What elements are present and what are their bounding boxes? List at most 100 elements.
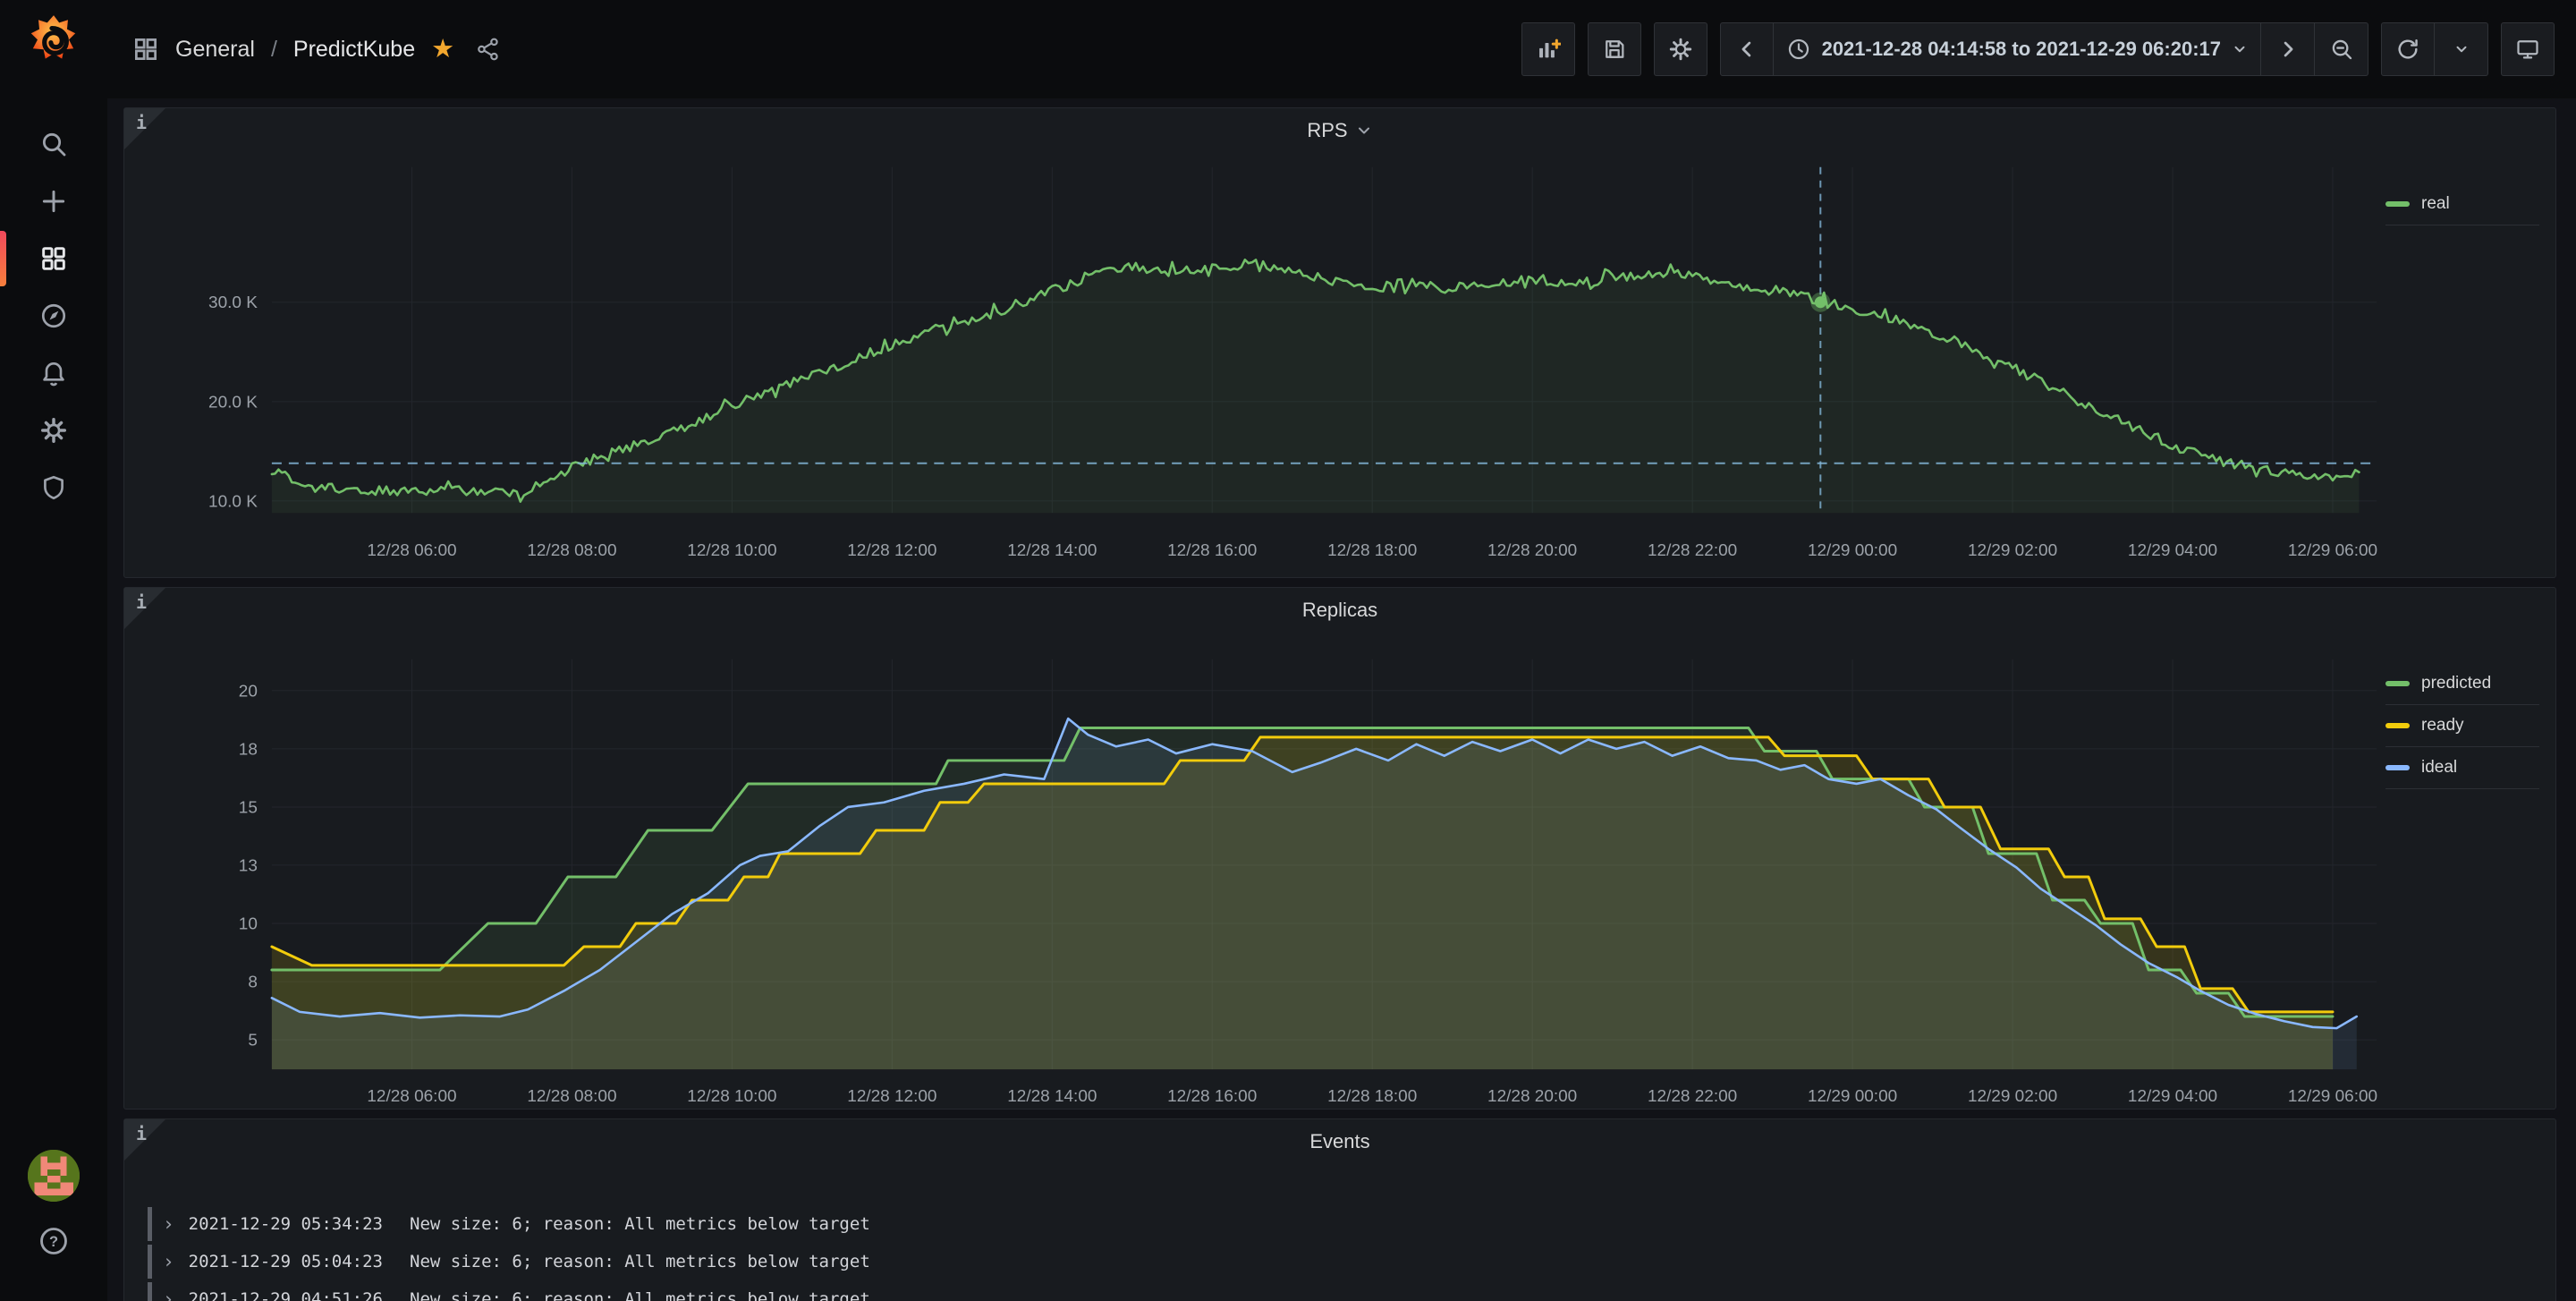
event-time: 2021-12-29 05:34:23 xyxy=(189,1214,383,1234)
grafana-logo-icon[interactable] xyxy=(24,13,83,72)
rps-legend: real xyxy=(2385,183,2539,225)
svg-text:15: 15 xyxy=(239,798,258,817)
explore-compass-icon[interactable] xyxy=(0,301,107,331)
refresh-interval-dropdown[interactable] xyxy=(2435,22,2488,76)
events-log: › 2021-12-29 05:34:23 New size: 6; reason:… xyxy=(148,1207,2532,1301)
events-title-text: Events xyxy=(1309,1130,1369,1153)
rps-title-text: RPS xyxy=(1307,119,1347,142)
breadcrumb-dashboard[interactable]: PredictKube xyxy=(293,37,415,63)
svg-text:12/28 10:00: 12/28 10:00 xyxy=(687,541,776,560)
zoom-out-time-button[interactable] xyxy=(2315,22,2368,76)
kiosk-tv-button[interactable] xyxy=(2501,22,2555,76)
legend-label: real xyxy=(2421,194,2450,214)
refresh-group xyxy=(2381,22,2488,76)
time-picker-group: 2021-12-28 04:14:58 to 2021-12-29 06:20:… xyxy=(1720,22,2368,76)
panel-events: i Events ›2021-12-29 05:34:23New size: 6… xyxy=(123,1118,2556,1301)
add-panel-button[interactable] xyxy=(1521,22,1575,76)
svg-text:12/29 00:00: 12/29 00:00 xyxy=(1808,541,1897,560)
share-icon[interactable] xyxy=(476,37,501,62)
replicas-panel-title[interactable]: Replicas xyxy=(124,599,2555,622)
svg-text:12/29 02:00: 12/29 02:00 xyxy=(1968,1087,2057,1106)
svg-text:12/28 22:00: 12/28 22:00 xyxy=(1648,541,1737,560)
legend-item-predicted[interactable]: predicted xyxy=(2385,663,2539,705)
breadcrumb: General / PredictKube ★ xyxy=(132,36,501,63)
legend-label: ready xyxy=(2421,716,2464,736)
legend-swatch xyxy=(2385,201,2410,207)
time-range-text: 2021-12-28 04:14:58 to 2021-12-29 06:20:… xyxy=(1822,38,2221,61)
legend-item-real[interactable]: real xyxy=(2385,183,2539,225)
panel-menu-caret-icon xyxy=(1355,122,1373,140)
user-avatar[interactable] xyxy=(28,1150,80,1202)
svg-text:10.0 K: 10.0 K xyxy=(208,492,258,511)
legend-label: predicted xyxy=(2421,674,2491,693)
svg-text:12/29 00:00: 12/29 00:00 xyxy=(1808,1087,1897,1106)
expand-chevron-icon[interactable]: › xyxy=(163,1288,174,1301)
svg-text:12/28 20:00: 12/28 20:00 xyxy=(1487,1087,1577,1106)
svg-text:12/28 08:00: 12/28 08:00 xyxy=(527,1087,616,1106)
configuration-gear-icon[interactable] xyxy=(0,415,107,446)
legend-swatch xyxy=(2385,765,2410,770)
event-row[interactable]: › 2021-12-29 05:04:23 New size: 6; reason:… xyxy=(148,1245,2532,1279)
search-icon[interactable] xyxy=(0,129,107,159)
svg-text:12/29 04:00: 12/29 04:00 xyxy=(2128,1087,2217,1106)
grafana-app: ? General / PredictKube ★ xyxy=(0,0,2576,1301)
event-row[interactable]: › 2021-12-29 04:51:26 New size: 6; reason:… xyxy=(148,1282,2532,1301)
help-icon[interactable]: ? xyxy=(38,1225,70,1262)
svg-text:8: 8 xyxy=(248,974,258,992)
svg-text:?: ? xyxy=(49,1234,58,1250)
svg-text:12/28 16:00: 12/28 16:00 xyxy=(1167,541,1257,560)
expand-chevron-icon[interactable]: › xyxy=(163,1213,174,1235)
time-shift-forward-button[interactable] xyxy=(2261,22,2315,76)
legend-item-ideal[interactable]: ideal xyxy=(2385,747,2539,789)
replicas-chart[interactable]: 12/28 06:0012/28 08:0012/28 10:0012/28 1… xyxy=(124,588,2555,1109)
sidebar-item-dashboards[interactable] xyxy=(0,243,107,274)
svg-text:13: 13 xyxy=(239,856,258,875)
expand-chevron-icon[interactable]: › xyxy=(163,1251,174,1272)
svg-text:12/29 02:00: 12/29 02:00 xyxy=(1968,541,2057,560)
event-row[interactable]: › 2021-12-29 05:34:23 New size: 6; reason:… xyxy=(148,1207,2532,1241)
event-time: 2021-12-29 05:04:23 xyxy=(189,1252,383,1271)
svg-text:12/28 06:00: 12/28 06:00 xyxy=(367,1087,456,1106)
dashboard-toolbar: 2021-12-28 04:14:58 to 2021-12-29 06:20:… xyxy=(1521,22,2555,76)
legend-label: ideal xyxy=(2421,758,2457,778)
legend-swatch xyxy=(2385,723,2410,728)
svg-text:12/29 06:00: 12/29 06:00 xyxy=(2288,541,2377,560)
svg-text:12/29 04:00: 12/29 04:00 xyxy=(2128,541,2217,560)
legend-swatch xyxy=(2385,681,2410,686)
event-message: New size: 6; reason: All metrics below t… xyxy=(410,1252,870,1271)
svg-text:12/28 08:00: 12/28 08:00 xyxy=(527,541,616,560)
alerting-bell-icon[interactable] xyxy=(0,358,107,388)
replicas-legend: predicted ready ideal xyxy=(2385,663,2539,789)
main-area: General / PredictKube ★ xyxy=(107,0,2576,1301)
panel-replicas: i Replicas predictedreadyideal 12/28 06:… xyxy=(123,587,2556,1110)
svg-text:12/28 18:00: 12/28 18:00 xyxy=(1327,1087,1417,1106)
event-message: New size: 6; reason: All metrics below t… xyxy=(410,1289,870,1301)
create-plus-icon[interactable] xyxy=(0,186,107,217)
sidebar: ? xyxy=(0,0,107,1301)
admin-shield-icon[interactable] xyxy=(0,472,107,503)
event-time: 2021-12-29 04:51:26 xyxy=(189,1289,383,1301)
refresh-button[interactable] xyxy=(2381,22,2435,76)
dashboard-grid-icon xyxy=(132,36,159,63)
event-message: New size: 6; reason: All metrics below t… xyxy=(410,1214,870,1234)
svg-text:18: 18 xyxy=(239,740,258,759)
svg-text:12/28 12:00: 12/28 12:00 xyxy=(847,1087,936,1106)
rps-panel-title[interactable]: RPS xyxy=(124,119,2555,142)
dashboard-settings-button[interactable] xyxy=(1654,22,1707,76)
active-indicator xyxy=(0,231,6,286)
breadcrumb-folder[interactable]: General xyxy=(175,37,255,63)
events-panel-title[interactable]: Events xyxy=(124,1130,2555,1153)
breadcrumb-separator: / xyxy=(271,37,277,63)
rps-chart[interactable]: 12/28 06:00 12/28 08:00 12/28 10:00 12/28 1… xyxy=(124,108,2555,577)
svg-text:12/28 12:00: 12/28 12:00 xyxy=(847,541,936,560)
svg-text:10: 10 xyxy=(239,915,258,934)
legend-item-ready[interactable]: ready xyxy=(2385,705,2539,747)
favorite-star-icon[interactable]: ★ xyxy=(431,37,454,63)
svg-text:12/28 06:00: 12/28 06:00 xyxy=(367,541,456,560)
panel-rps: i RPS real 12/28 06:0012/28 08:0012/28 1… xyxy=(123,107,2556,578)
svg-text:12/28 20:00: 12/28 20:00 xyxy=(1487,541,1577,560)
svg-text:12/28 14:00: 12/28 14:00 xyxy=(1007,541,1097,560)
time-range-picker[interactable]: 2021-12-28 04:14:58 to 2021-12-29 06:20:… xyxy=(1774,22,2261,76)
save-dashboard-button[interactable] xyxy=(1588,22,1641,76)
time-shift-back-button[interactable] xyxy=(1720,22,1774,76)
